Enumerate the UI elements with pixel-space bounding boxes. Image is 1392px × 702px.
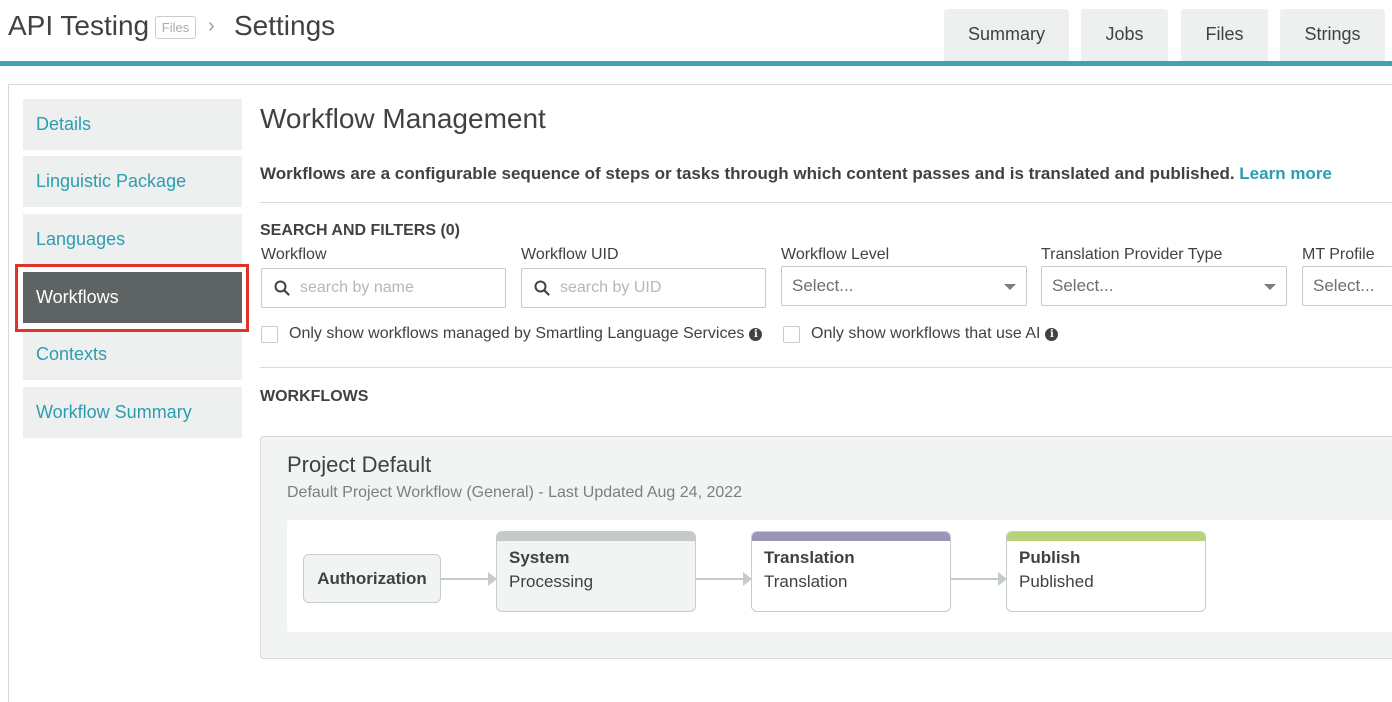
provider-type-value: Select... — [1052, 276, 1114, 295]
highlight-box — [15, 264, 249, 332]
managed-checkbox[interactable] — [261, 325, 278, 343]
step-publish: Publish Published — [1006, 531, 1206, 612]
divider — [260, 367, 1392, 368]
ai-filter-row: Only show workflows that use AI i — [783, 325, 1059, 343]
arrow-icon — [951, 572, 1007, 586]
info-icon[interactable]: i — [749, 327, 763, 341]
tab-summary[interactable]: Summary — [944, 9, 1069, 61]
sidebar-item-contexts[interactable]: Contexts — [23, 329, 242, 380]
step-title: Publish — [1019, 548, 1081, 567]
workflow-subtitle: Default Project Workflow (General) - Las… — [287, 484, 743, 501]
provider-filter-label: Translation Provider Type — [1041, 246, 1223, 263]
tab-strings[interactable]: Strings — [1280, 9, 1385, 61]
sidebar-item-languages[interactable]: Languages — [23, 214, 242, 265]
learn-more-link[interactable]: Learn more — [1239, 164, 1332, 183]
ai-checkbox-label: Only show workflows that use AI — [811, 325, 1041, 342]
level-filter-label: Workflow Level — [781, 246, 890, 263]
main-title: Workflow Management — [260, 103, 546, 134]
step-system: System Processing — [496, 531, 696, 612]
mt-profile-value: Select... — [1313, 276, 1375, 295]
tab-jobs[interactable]: Jobs — [1081, 9, 1168, 61]
uid-filter-label: Workflow UID — [521, 246, 619, 263]
project-title[interactable]: API Testing — [8, 10, 149, 42]
step-translation: Translation Translation — [751, 531, 951, 612]
caret-down-icon — [1004, 284, 1016, 290]
arrow-icon — [696, 572, 752, 586]
uid-search-placeholder: search by UID — [560, 279, 662, 296]
search-icon — [534, 280, 550, 296]
sidebar-item-details[interactable]: Details — [23, 99, 242, 150]
workflow-search-placeholder: search by name — [300, 279, 414, 296]
caret-down-icon — [1264, 284, 1276, 290]
description: Workflows are a configurable sequence of… — [260, 164, 1332, 184]
divider — [260, 202, 1392, 203]
arrow-icon — [441, 572, 497, 586]
workflow-level-select[interactable]: Select... — [781, 266, 1027, 306]
step-subtitle: Translation — [764, 572, 848, 591]
step-color-bar — [497, 532, 695, 541]
step-subtitle: Published — [1019, 572, 1094, 591]
workflow-name[interactable]: Project Default — [287, 452, 431, 478]
step-subtitle: Processing — [509, 572, 594, 591]
workflow-filter-label: Workflow — [261, 246, 327, 263]
search-icon — [274, 280, 290, 296]
breadcrumb-chevron-icon: › — [208, 15, 215, 37]
provider-type-select[interactable]: Select... — [1041, 266, 1287, 306]
step-color-bar — [1007, 532, 1205, 541]
mt-profile-filter-label: MT Profile — [1302, 246, 1375, 263]
tab-files[interactable]: Files — [1181, 9, 1268, 61]
sidebar-item-workflow-summary[interactable]: Workflow Summary — [23, 387, 242, 438]
ai-checkbox[interactable] — [783, 325, 800, 343]
description-text: Workflows are a configurable sequence of… — [260, 164, 1235, 183]
mt-profile-select[interactable]: Select... — [1302, 266, 1392, 306]
step-color-bar — [752, 532, 950, 541]
managed-filter-row: Only show workflows managed by Smartling… — [261, 325, 763, 343]
info-icon[interactable]: i — [1045, 327, 1059, 341]
step-authorization: Authorization — [303, 554, 441, 603]
filters-heading: SEARCH AND FILTERS (0) — [260, 222, 460, 239]
uid-search-input[interactable]: search by UID — [521, 268, 766, 308]
files-badge: Files — [155, 16, 196, 39]
top-header: API Testing Files › Settings Summary Job… — [0, 0, 1392, 66]
workflow-search-input[interactable]: search by name — [261, 268, 506, 308]
step-title: System — [509, 548, 570, 567]
workflow-level-value: Select... — [792, 276, 854, 295]
workflows-heading: WORKFLOWS — [260, 388, 369, 405]
page-title: Settings — [234, 10, 336, 41]
managed-checkbox-label: Only show workflows managed by Smartling… — [289, 325, 745, 342]
sidebar-item-linguistic-package[interactable]: Linguistic Package — [23, 156, 242, 207]
step-title: Translation — [764, 548, 855, 567]
